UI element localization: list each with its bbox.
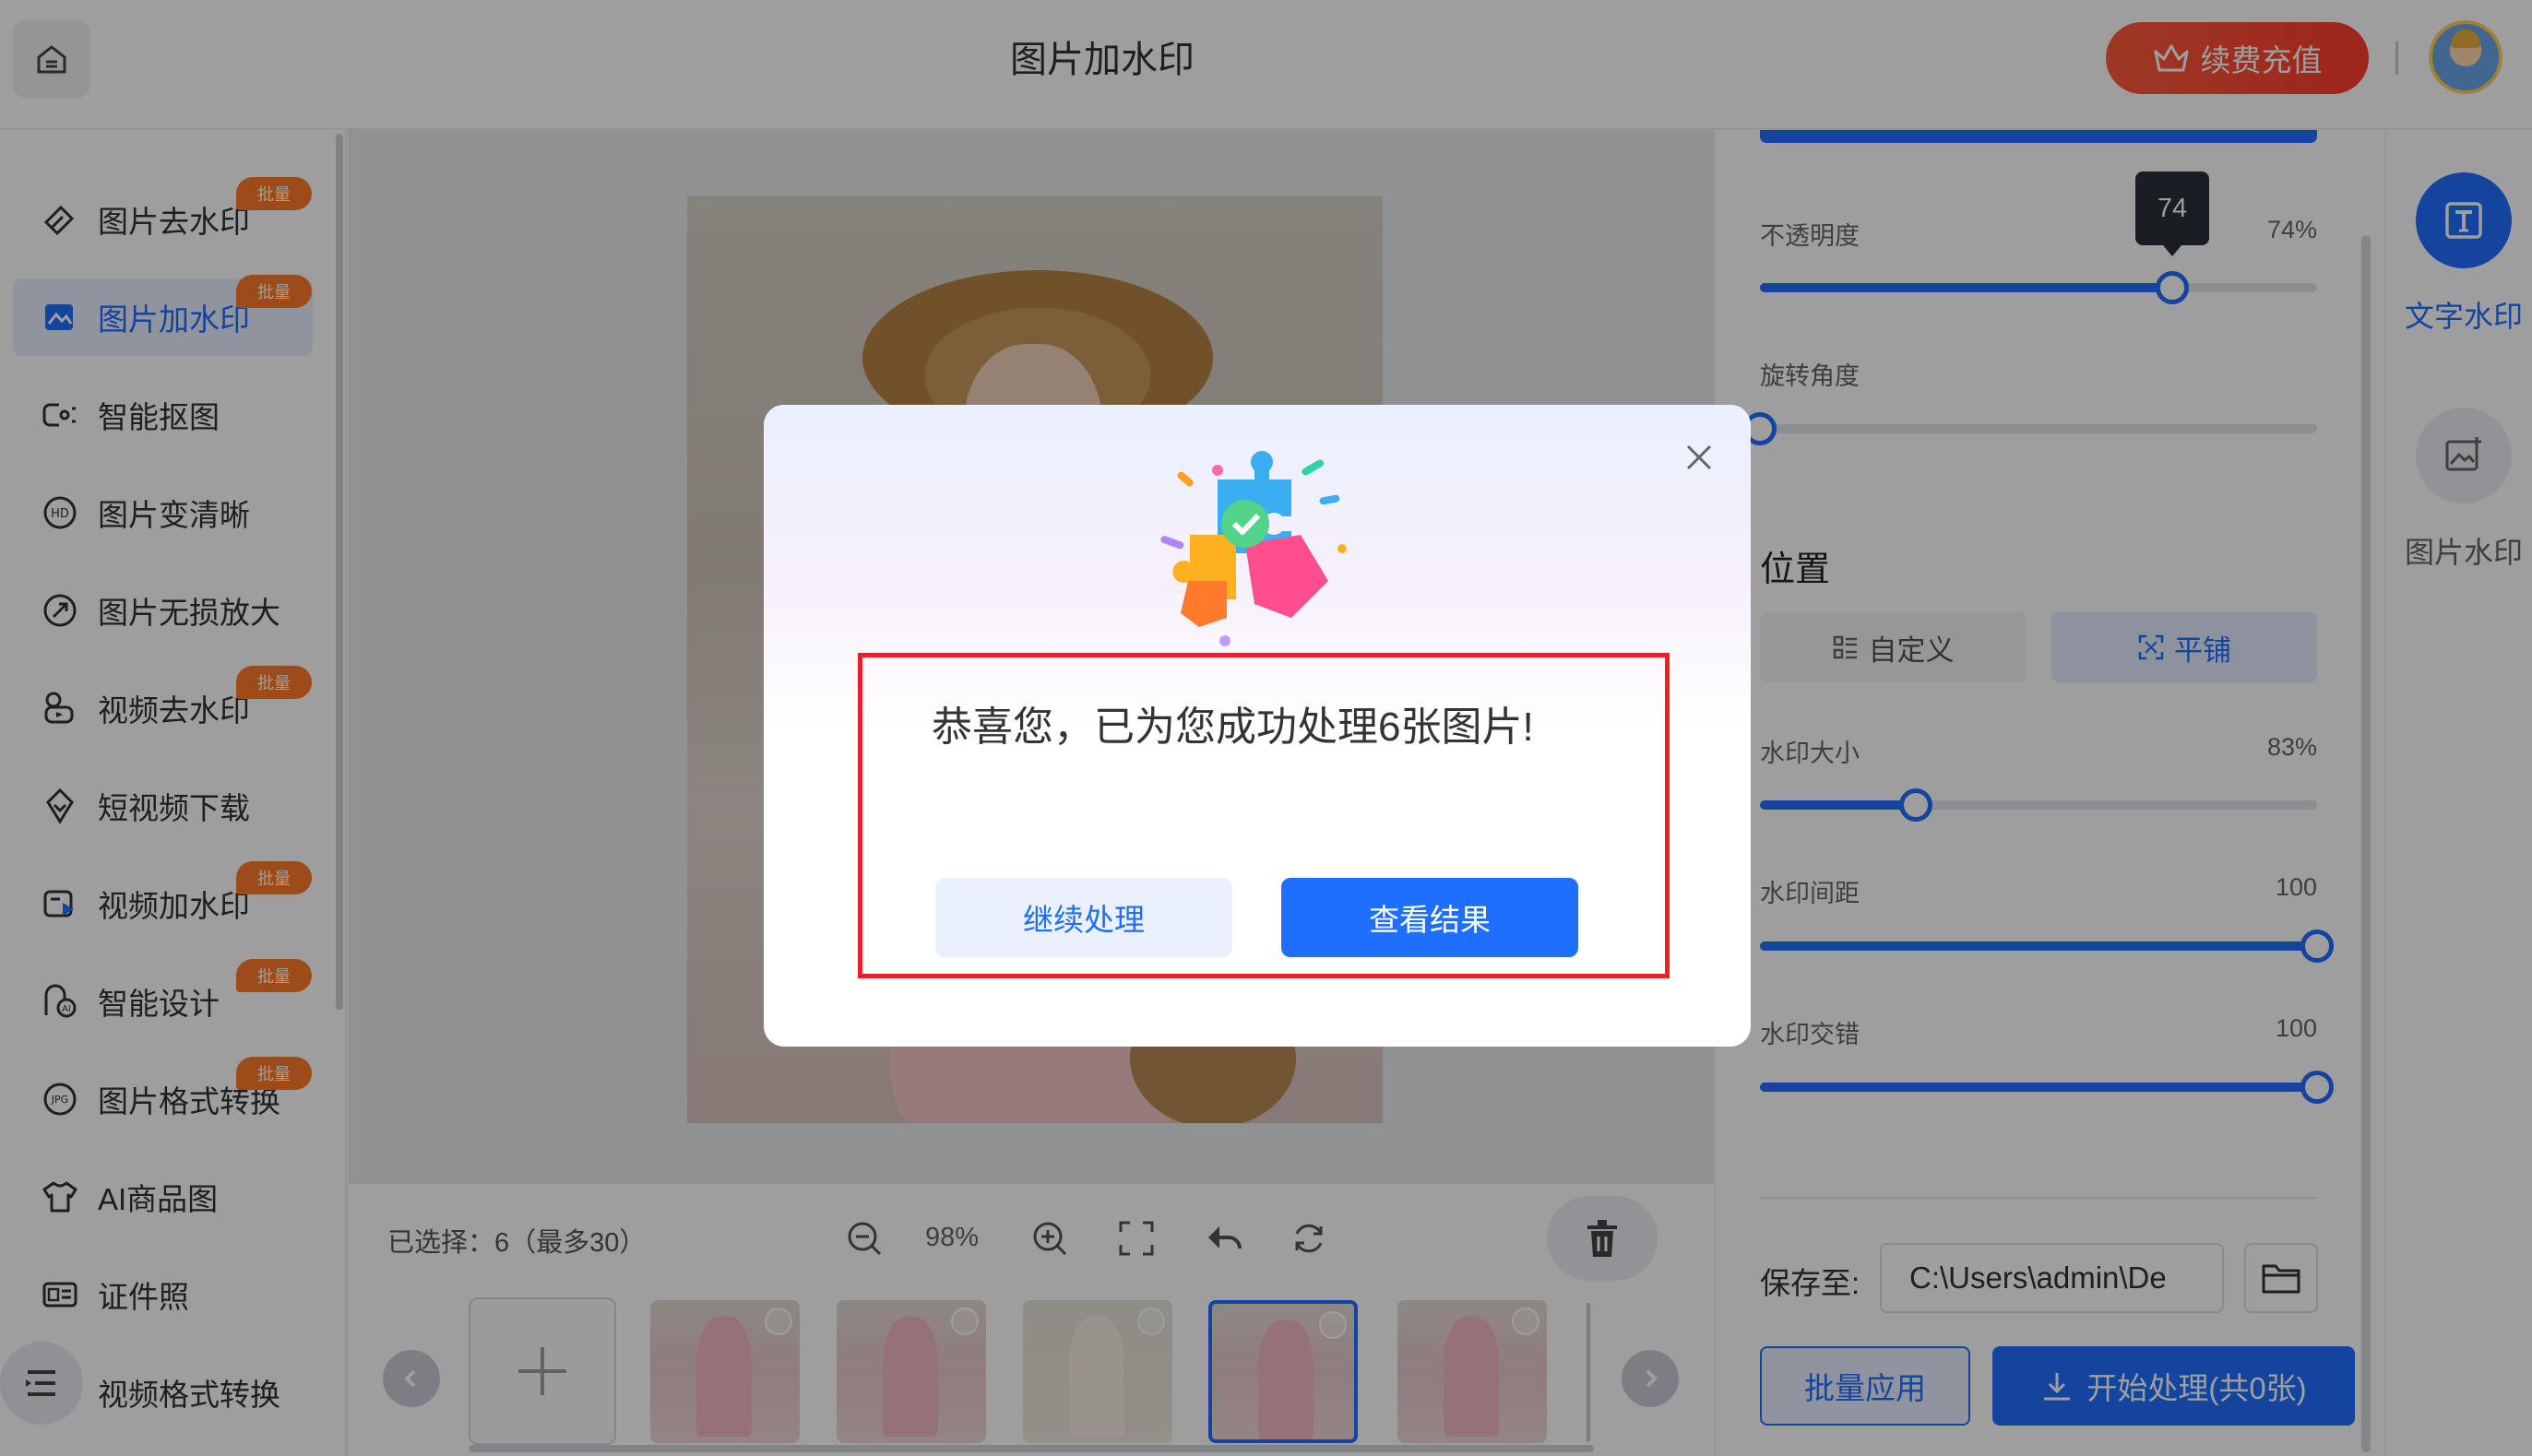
puzzle-celebration-icon (1160, 451, 1347, 646)
continue-processing-button[interactable]: 继续处理 (935, 878, 1232, 957)
view-results-button[interactable]: 查看结果 (1281, 878, 1578, 957)
success-message: 恭喜您，已为您成功处理6张图片! (932, 704, 1534, 750)
close-icon[interactable] (1681, 439, 1718, 476)
